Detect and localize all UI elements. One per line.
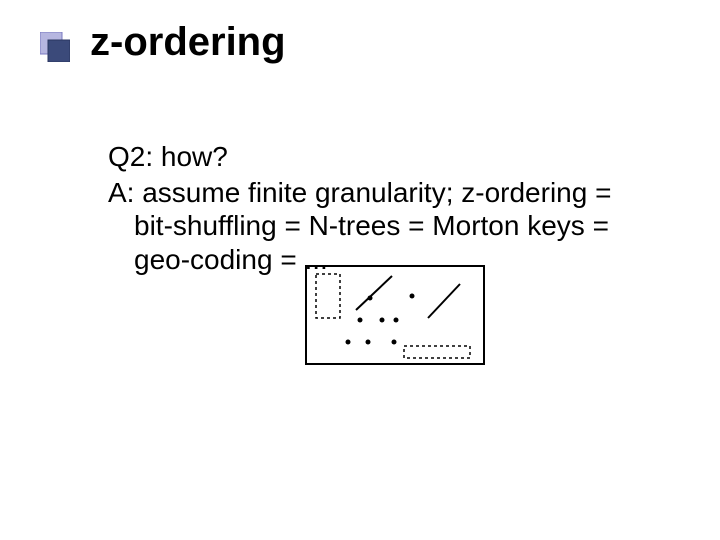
slide-title: z-ordering <box>90 20 286 65</box>
answer-line-2: bit-shuffling = N-trees = Morton keys = <box>108 209 668 243</box>
answer-line-1: A: assume finite granularity; z-ordering… <box>108 177 611 208</box>
slide-body: Q2: how? A: assume finite granularity; z… <box>108 140 668 276</box>
slide-bullet-icon <box>40 32 70 62</box>
question-line: Q2: how? <box>108 140 668 174</box>
spatial-diagram <box>300 260 490 370</box>
